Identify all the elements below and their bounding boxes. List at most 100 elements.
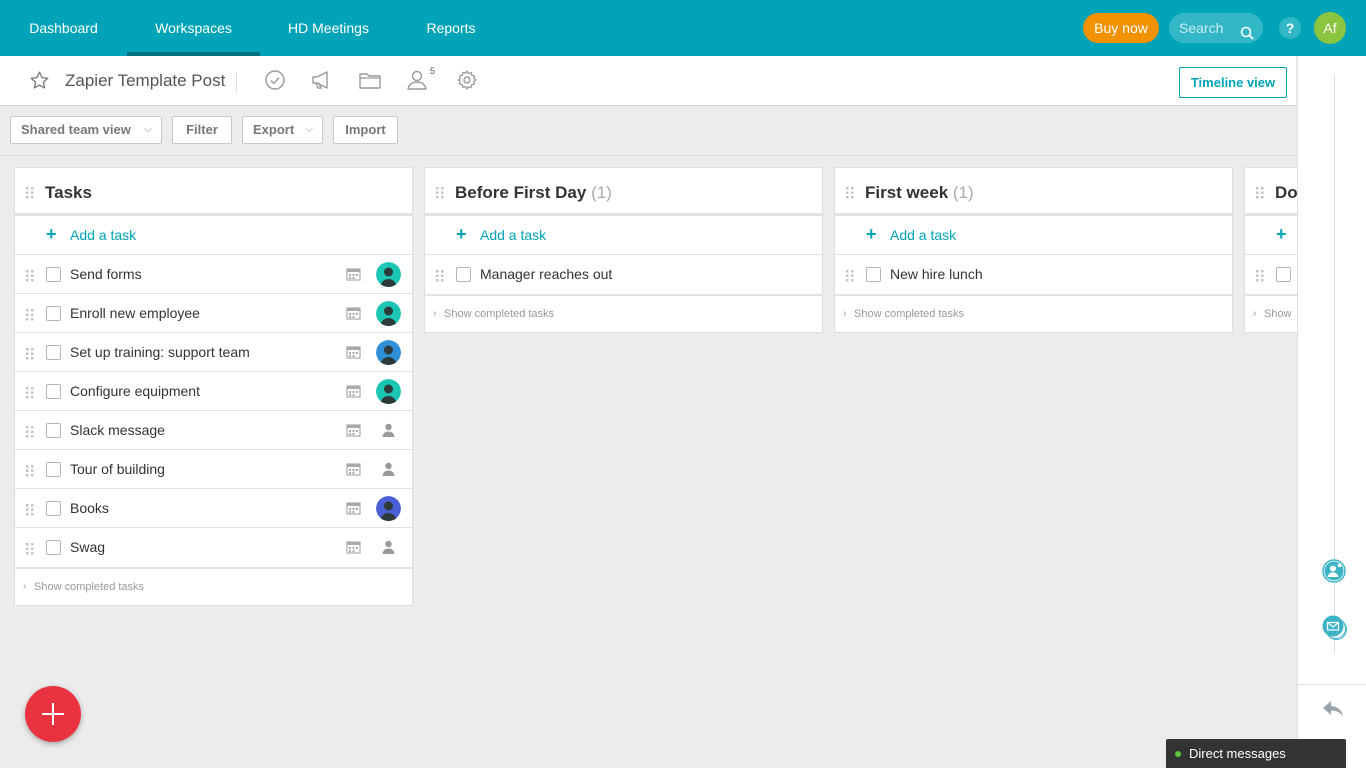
calendar-icon[interactable] — [346, 423, 361, 442]
drag-handle-icon[interactable] — [846, 269, 854, 287]
task-name[interactable]: Slack message — [70, 422, 165, 438]
buy-now-button[interactable]: Buy now — [1083, 13, 1159, 43]
drag-handle-icon[interactable] — [1256, 269, 1264, 287]
task-row[interactable]: Books — [15, 489, 412, 528]
drag-handle-icon[interactable] — [26, 308, 34, 326]
direct-messages-bar[interactable]: Direct messages — [1166, 739, 1346, 768]
gear-icon[interactable] — [456, 69, 478, 96]
assignee-avatar[interactable] — [376, 379, 401, 404]
task-checkbox[interactable] — [46, 423, 61, 438]
task-checkbox[interactable] — [866, 267, 881, 282]
task-checkbox[interactable] — [46, 462, 61, 477]
task-row[interactable]: New hire lunch — [835, 255, 1232, 294]
drag-handle-icon[interactable] — [26, 269, 34, 287]
nav-hd-meetings[interactable]: HD Meetings — [260, 0, 397, 56]
task-name[interactable]: Books — [70, 500, 109, 516]
task-checkbox[interactable] — [456, 267, 471, 282]
task-name[interactable]: Configure equipment — [70, 383, 200, 399]
task-name[interactable]: Tour of building — [70, 461, 165, 477]
add-task-button[interactable]: + Add a task — [835, 216, 1232, 255]
assign-user-icon[interactable] — [382, 423, 395, 442]
task-checkbox[interactable] — [46, 501, 61, 516]
calendar-icon[interactable] — [346, 306, 361, 325]
show-completed-toggle[interactable]: › Show completed tasks — [15, 567, 412, 605]
task-row[interactable]: Send forms — [15, 255, 412, 294]
search-input[interactable]: Search — [1169, 13, 1263, 43]
task-name[interactable]: Enroll new employee — [70, 305, 200, 321]
calendar-icon[interactable] — [346, 267, 361, 286]
add-task-button[interactable]: + Add a task — [15, 216, 412, 255]
task-checkbox[interactable] — [46, 540, 61, 555]
task-row[interactable]: Tour of building — [15, 450, 412, 489]
drag-handle-icon[interactable] — [1256, 186, 1264, 204]
nav-workspaces[interactable]: Workspaces — [127, 0, 260, 56]
task-name[interactable]: Set up training: support team — [70, 344, 250, 360]
drag-handle-icon[interactable] — [436, 269, 444, 287]
add-task-button[interactable]: + Add a task — [425, 216, 822, 255]
check-circle-icon[interactable] — [264, 69, 286, 96]
column-task-count: (1) — [952, 183, 974, 202]
task-row[interactable] — [1245, 255, 1297, 294]
drag-handle-icon[interactable] — [26, 186, 34, 204]
task-name[interactable]: New hire lunch — [890, 266, 983, 282]
column-title[interactable]: Do — [1275, 183, 1297, 203]
drag-handle-icon[interactable] — [26, 542, 34, 560]
calendar-icon[interactable] — [346, 540, 361, 559]
show-completed-toggle[interactable]: › Show completed tasks — [835, 294, 1232, 332]
task-row[interactable]: Set up training: support team — [15, 333, 412, 372]
import-button[interactable]: Import — [333, 116, 398, 144]
timeline-view-button[interactable]: Timeline view — [1179, 67, 1287, 98]
task-row[interactable]: Configure equipment — [15, 372, 412, 411]
drag-handle-icon[interactable] — [26, 386, 34, 404]
task-row[interactable]: Manager reaches out — [425, 255, 822, 294]
drag-handle-icon[interactable] — [26, 464, 34, 482]
reply-icon[interactable] — [1322, 700, 1344, 723]
user-activity-icon[interactable] — [1322, 559, 1346, 588]
assignee-avatar[interactable] — [376, 496, 401, 521]
drag-handle-icon[interactable] — [436, 186, 444, 204]
assignee-avatar[interactable] — [376, 262, 401, 287]
task-checkbox[interactable] — [46, 306, 61, 321]
column-title[interactable]: Tasks — [45, 183, 92, 203]
filter-button[interactable]: Filter — [172, 116, 232, 144]
task-checkbox[interactable] — [46, 267, 61, 282]
column-title[interactable]: First week (1) — [865, 183, 974, 203]
task-checkbox[interactable] — [46, 384, 61, 399]
nav-dashboard[interactable]: Dashboard — [0, 0, 127, 56]
view-select[interactable]: Shared team view ⌵ — [10, 116, 162, 144]
email-activity-icon[interactable] — [1322, 615, 1348, 646]
task-name[interactable]: Send forms — [70, 266, 142, 282]
task-checkbox[interactable] — [46, 345, 61, 360]
user-avatar[interactable]: Af — [1314, 12, 1346, 44]
megaphone-icon[interactable] — [310, 69, 334, 96]
drag-handle-icon[interactable] — [26, 347, 34, 365]
drag-handle-icon[interactable] — [26, 503, 34, 521]
add-fab-button[interactable] — [25, 686, 81, 742]
task-row[interactable]: Swag — [15, 528, 412, 567]
task-name[interactable]: Swag — [70, 539, 105, 555]
assign-user-icon[interactable] — [382, 462, 395, 481]
task-row[interactable]: Enroll new employee — [15, 294, 412, 333]
folder-icon[interactable] — [358, 69, 382, 96]
column-title[interactable]: Before First Day (1) — [455, 183, 612, 203]
calendar-icon[interactable] — [346, 462, 361, 481]
star-icon[interactable] — [29, 70, 50, 96]
drag-handle-icon[interactable] — [846, 186, 854, 204]
task-row[interactable]: Slack message — [15, 411, 412, 450]
nav-reports[interactable]: Reports — [397, 0, 505, 56]
calendar-icon[interactable] — [346, 501, 361, 520]
calendar-icon[interactable] — [346, 345, 361, 364]
add-task-button[interactable]: + — [1245, 216, 1297, 255]
show-completed-toggle[interactable]: › Show — [1245, 294, 1297, 332]
drag-handle-icon[interactable] — [26, 425, 34, 443]
export-button[interactable]: Export ⌵ — [242, 116, 323, 144]
show-completed-toggle[interactable]: › Show completed tasks — [425, 294, 822, 332]
assign-user-icon[interactable] — [382, 540, 395, 559]
assignee-avatar[interactable] — [376, 301, 401, 326]
task-name[interactable]: Manager reaches out — [480, 266, 612, 282]
calendar-icon[interactable] — [346, 384, 361, 403]
help-button[interactable]: ? — [1279, 17, 1301, 39]
members-icon[interactable] — [406, 69, 430, 96]
task-checkbox[interactable] — [1276, 267, 1291, 282]
assignee-avatar[interactable] — [376, 340, 401, 365]
